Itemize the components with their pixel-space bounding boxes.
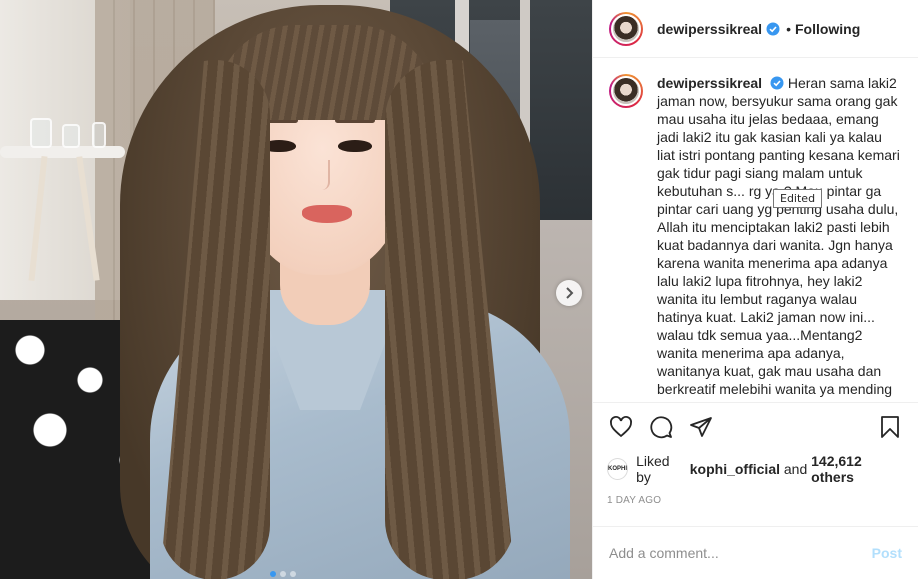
profile-photo bbox=[611, 13, 641, 44]
liker-username-link[interactable]: kophi_official bbox=[690, 461, 780, 477]
comment-input[interactable] bbox=[609, 545, 872, 561]
share-button[interactable] bbox=[687, 413, 715, 441]
avatar[interactable] bbox=[609, 74, 643, 108]
caption-text: dewiperssikreal Heran sama laki2 jaman n… bbox=[657, 74, 902, 402]
carousel-next-button[interactable] bbox=[556, 280, 582, 306]
liked-by-middle: and bbox=[783, 461, 808, 477]
lips bbox=[302, 205, 352, 223]
carousel-dot bbox=[280, 571, 286, 577]
caption-body: Heran sama laki2 jaman now, bersyukur sa… bbox=[657, 75, 900, 402]
like-button[interactable] bbox=[607, 413, 635, 441]
caption: dewiperssikreal Heran sama laki2 jaman n… bbox=[609, 74, 902, 402]
caption-username-link[interactable]: dewiperssikreal bbox=[657, 75, 762, 91]
side-table bbox=[0, 146, 125, 158]
avatar[interactable] bbox=[609, 11, 643, 46]
glass-jar bbox=[62, 124, 80, 148]
heart-icon bbox=[610, 416, 632, 438]
comment-form: Post bbox=[593, 526, 918, 579]
liker-avatar[interactable]: KOPHI bbox=[607, 458, 629, 480]
paper-plane-icon bbox=[690, 417, 712, 437]
edited-tooltip: Edited bbox=[773, 189, 823, 208]
likes-summary: KOPHI Liked by kophi_official and 142,61… bbox=[607, 453, 904, 485]
carousel-indicator bbox=[270, 571, 296, 577]
post-header: dewiperssikreal • Following bbox=[593, 0, 918, 58]
username-link[interactable]: dewiperssikreal bbox=[657, 21, 762, 37]
action-icons bbox=[607, 413, 904, 441]
carousel-dot-active bbox=[270, 571, 276, 577]
chevron-right-icon bbox=[566, 287, 574, 299]
bookmark-icon bbox=[881, 416, 899, 438]
separator-dot: • bbox=[786, 20, 791, 37]
action-bar: KOPHI Liked by kophi_official and 142,61… bbox=[593, 402, 918, 509]
likes-count-link[interactable]: 142,612 others bbox=[811, 453, 904, 485]
comment-button[interactable] bbox=[647, 413, 675, 441]
instagram-post: dewiperssikreal • Following dewiperssikr… bbox=[0, 0, 918, 579]
verified-badge-icon bbox=[766, 22, 780, 36]
post-sidebar: dewiperssikreal • Following dewiperssikr… bbox=[592, 0, 918, 579]
caption-area: dewiperssikreal Heran sama laki2 jaman n… bbox=[593, 58, 918, 402]
liked-by-prefix: Liked by bbox=[636, 453, 670, 485]
comment-bubble-icon bbox=[650, 416, 673, 439]
post-photo[interactable] bbox=[0, 0, 592, 579]
following-button[interactable]: Following bbox=[795, 21, 860, 37]
nose bbox=[316, 160, 330, 190]
post-comment-button[interactable]: Post bbox=[872, 545, 902, 561]
verified-badge-icon bbox=[770, 76, 784, 90]
glass-bottle bbox=[92, 122, 106, 148]
glass-jar bbox=[30, 118, 52, 148]
save-button[interactable] bbox=[876, 413, 904, 441]
profile-photo bbox=[611, 76, 641, 106]
carousel-dot bbox=[290, 571, 296, 577]
post-timestamp[interactable]: 1 DAY AGO bbox=[607, 495, 904, 509]
eye bbox=[338, 140, 372, 152]
